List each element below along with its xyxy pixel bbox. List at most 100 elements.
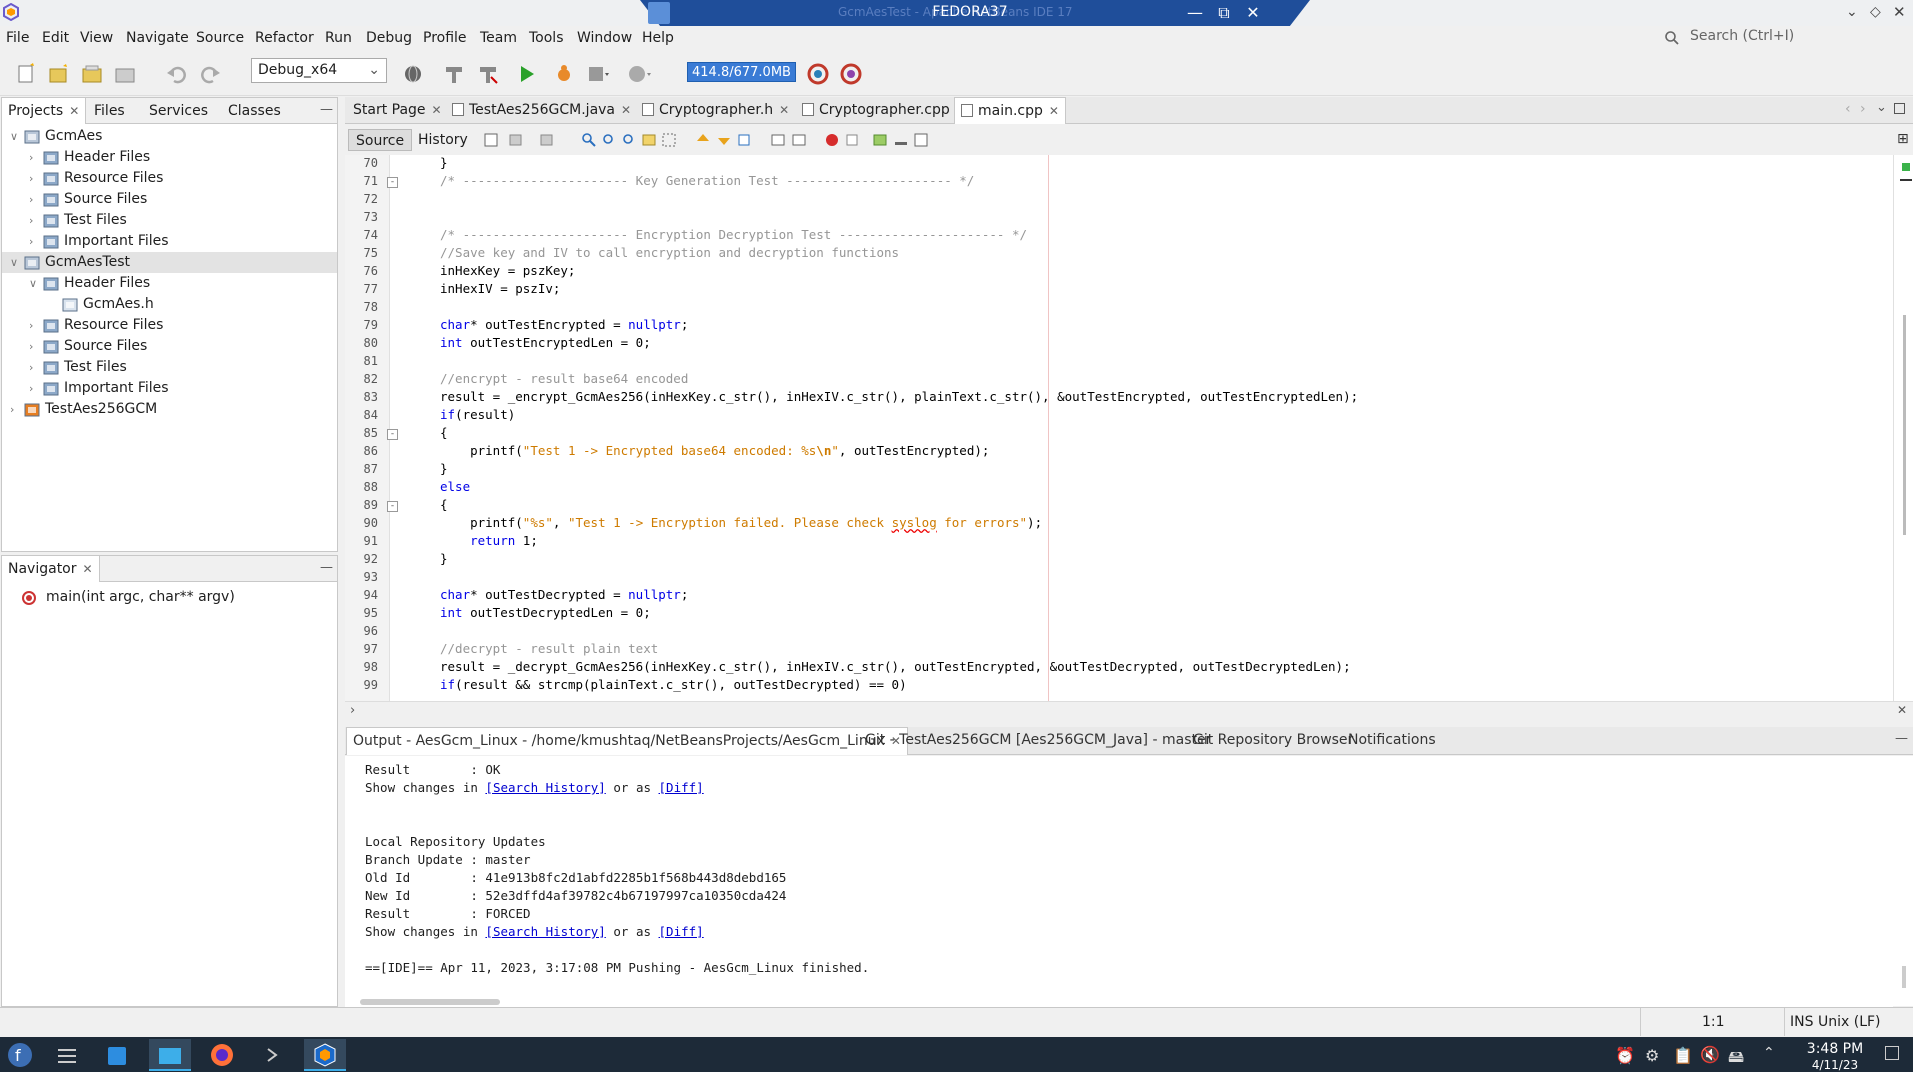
code-line[interactable]: //encrypt - result base64 encoded [440, 371, 688, 386]
menu-edit[interactable]: Edit [42, 30, 69, 46]
maximize-icon[interactable] [1894, 103, 1905, 114]
restore-icon[interactable]: ⧉ [1214, 3, 1234, 23]
file-manager-icon[interactable] [149, 1039, 191, 1071]
menu-debug[interactable]: Debug [366, 30, 412, 46]
tab-files[interactable]: Files [94, 103, 125, 119]
find-next-icon[interactable] [621, 132, 637, 148]
code-line[interactable]: } [440, 155, 448, 170]
config-select[interactable]: Debug_x64 ⌄ [251, 58, 387, 83]
menu-run[interactable]: Run [325, 30, 352, 46]
chevron-down-icon[interactable]: ∨ [10, 126, 22, 147]
redo-icon[interactable] [197, 61, 223, 87]
run-icon[interactable] [514, 61, 540, 87]
clipboard-icon[interactable]: 📋 [1673, 1046, 1693, 1065]
close-icon[interactable]: ✕ [621, 103, 631, 117]
tab-navigator[interactable]: Navigator ✕ [2, 556, 100, 582]
code-line[interactable]: int outTestDecryptedLen = 0; [440, 605, 651, 620]
tree-item[interactable]: ∨ Header Files [2, 273, 337, 294]
tab-services[interactable]: Services [149, 103, 208, 119]
menu-navigate[interactable]: Navigate [126, 30, 189, 46]
diff-icon[interactable] [913, 132, 929, 148]
window-menu-icon[interactable] [648, 2, 670, 24]
tree-item[interactable]: › Source Files [2, 336, 337, 357]
chevron-down-icon[interactable]: ∨ [29, 273, 41, 294]
tree-item[interactable]: ∨ GcmAesTest [2, 252, 337, 273]
code-line[interactable]: inHexKey = pszKey; [440, 263, 575, 278]
close-icon[interactable]: ✕ [432, 103, 442, 117]
search-history-link[interactable]: [Search History] [485, 780, 605, 795]
diff-link[interactable]: [Diff] [659, 924, 704, 939]
editor-vertical-scrollbar[interactable] [1893, 155, 1913, 701]
chevron-right-icon[interactable]: › [29, 189, 41, 210]
code-line[interactable]: inHexIV = pszIv; [440, 281, 560, 296]
code-line[interactable]: char* outTestDecrypted = nullptr; [440, 587, 688, 602]
output-tab[interactable]: Notifications [1342, 727, 1442, 755]
debug-icon[interactable] [551, 61, 577, 87]
tree-item[interactable]: › Resource Files [2, 168, 337, 189]
prev-bookmark-icon[interactable] [695, 132, 711, 148]
search-input[interactable]: Search (Ctrl+I) [1690, 28, 1913, 50]
find-prev-icon[interactable] [601, 132, 617, 148]
output-tab[interactable]: Git Repository Browser [1187, 727, 1359, 755]
code-line[interactable]: /* ---------------------- Key Generation… [440, 173, 974, 188]
close-icon[interactable]: ✕ [83, 562, 93, 576]
menu-refactor[interactable]: Refactor [255, 30, 314, 46]
tree-item[interactable]: › TestAes256GCM [2, 399, 337, 420]
chevron-right-icon[interactable]: › [350, 703, 355, 718]
tab-classes[interactable]: Classes [228, 103, 281, 119]
output-tab[interactable]: Git - TestAes256GCM [Aes256GCM_Java] - m… [859, 727, 1217, 755]
insert-mode[interactable]: INS [1790, 1014, 1814, 1030]
output-tab[interactable]: Output - AesGcm_Linux - /home/kmushtaq/N… [346, 727, 908, 755]
comment-icon[interactable] [872, 132, 888, 148]
close-icon[interactable]: ✕ [779, 103, 789, 117]
settings-icon[interactable] [46, 1039, 88, 1071]
uncomment-icon[interactable] [893, 132, 909, 148]
chevron-up-icon[interactable]: ⌃ [1763, 1045, 1775, 1061]
menu-source[interactable]: Source [196, 30, 244, 46]
shift-left-icon[interactable] [770, 132, 786, 148]
code-line[interactable]: //decrypt - result plain text [440, 641, 658, 656]
chevron-down-icon[interactable]: ⌄ [1876, 100, 1887, 115]
diamond-icon[interactable]: ◇ [1870, 4, 1881, 20]
memory-indicator[interactable]: 414.8/677.0MB [687, 62, 796, 82]
editor-tab[interactable]: TestAes256GCM.java ✕ [446, 97, 637, 124]
open-project-icon[interactable] [79, 61, 105, 87]
clock-time[interactable]: 3:48 PM [1795, 1041, 1875, 1057]
menu-tools[interactable]: Tools [529, 30, 564, 46]
volume-muted-icon[interactable]: 🔇 [1700, 1045, 1720, 1064]
editor-tab[interactable]: Cryptographer.cpp✕ [796, 97, 972, 124]
navigator-item[interactable]: main(int argc, char** argv) [46, 589, 235, 605]
attach-debugger-icon[interactable] [625, 61, 651, 87]
stop-macro-icon[interactable] [844, 132, 860, 148]
minimize-panel-icon[interactable]: — [1895, 731, 1908, 746]
code-line[interactable]: result = _decrypt_GcmAes256(inHexKey.c_s… [440, 659, 1351, 674]
minimize-icon[interactable]: — [1185, 3, 1205, 23]
undo-icon[interactable] [164, 61, 190, 87]
output-horizontal-scrollbar[interactable] [345, 995, 1893, 1007]
code-line[interactable]: } [440, 551, 448, 566]
close-project-icon[interactable] [112, 61, 138, 87]
close-icon[interactable]: ✕ [1243, 3, 1263, 23]
menu-profile[interactable]: Profile [423, 30, 467, 46]
search-history-link[interactable]: [Search History] [485, 924, 605, 939]
close-icon[interactable]: ✕ [1049, 104, 1059, 118]
firefox-icon[interactable] [201, 1039, 243, 1071]
chevron-right-icon[interactable]: › [10, 399, 22, 420]
code-editor[interactable]: 70 71 72 73 74 75 76 77 78 79 80 81 82 83 84 85 86 87 88 89… [345, 155, 1893, 701]
tree-item[interactable]: ∨ GcmAes [2, 126, 337, 147]
editor-tab[interactable]: Start Page ✕ [347, 97, 448, 124]
clock-date[interactable]: 4/11/23 [1795, 1058, 1875, 1072]
last-edit-icon[interactable] [483, 132, 499, 148]
minimize-panel-icon[interactable]: — [320, 560, 333, 575]
code-line[interactable]: else [440, 479, 470, 494]
toggle-highlight-icon[interactable] [641, 132, 657, 148]
code-line[interactable]: printf("Test 1 -> Encrypted base64 encod… [440, 443, 989, 458]
editor-tab[interactable]: Cryptographer.h ✕ [636, 97, 795, 124]
tree-item[interactable]: GcmAes.h [2, 294, 337, 315]
editor-tab[interactable]: main.cpp ✕ [954, 97, 1066, 124]
code-line[interactable]: } [440, 461, 448, 476]
chevron-right-icon[interactable]: › [29, 336, 41, 357]
code-line[interactable]: if(result) [440, 407, 515, 422]
show-desktop-icon[interactable] [1885, 1046, 1899, 1060]
code-line[interactable]: return 1; [440, 533, 538, 548]
